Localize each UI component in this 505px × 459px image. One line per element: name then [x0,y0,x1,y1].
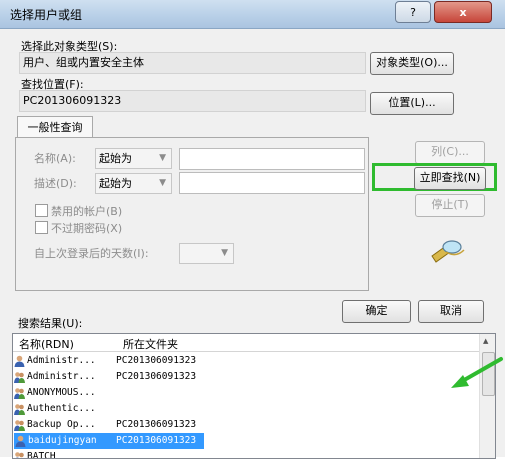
days-since-logon-label: 自上次登录后的天数(I): [34,247,149,260]
result-name: Backup Op... [27,419,96,430]
disabled-accounts-label: 禁用的帐户(B) [51,205,123,218]
result-name: Administr... [27,355,96,366]
description-label: 描述(D): [34,177,77,190]
find-now-button[interactable]: 立即查找(N) [414,167,486,190]
list-item[interactable]: baidujingyan PC201306091323 [14,433,204,449]
result-folder: PC201306091323 [116,419,197,430]
non-expiring-password-label: 不过期密码(X) [51,222,123,235]
result-name: Administr... [27,371,96,382]
cancel-button[interactable]: 取消 [418,300,484,323]
chevron-down-icon: ▼ [159,178,166,188]
days-since-logon-select[interactable]: ▼ [179,243,234,264]
location-field: PC201306091323 [19,90,366,112]
close-button[interactable]: x [434,1,492,23]
ok-button[interactable]: 确定 [342,300,411,323]
object-types-button[interactable]: 对象类型(O)... [370,52,454,75]
group-icon [14,404,25,415]
general-query-panel: 名称(A): 起始为 ▼ 描述(D): 起始为 ▼ 禁用的帐户(B) 不过期密码… [15,137,369,291]
list-item[interactable]: ANONYMOUS... [13,385,480,401]
user-icon [14,355,25,367]
list-item[interactable]: Administr... PC201306091323 [13,353,480,369]
result-name: baidujingyan [28,435,97,446]
name-mode-select[interactable]: 起始为 ▼ [95,148,172,169]
result-folder: PC201306091323 [116,371,197,382]
title-bar: 选择用户或组 ? x [0,0,505,29]
stop-button[interactable]: 停止(T) [415,194,485,217]
search-results-list[interactable]: 名称(RDN) 所在文件夹 Administr... PC201306091323… [12,333,496,459]
close-icon: x [459,5,467,19]
group-icon [15,452,24,458]
result-name: ANONYMOUS... [27,387,96,398]
list-item[interactable]: Authentic... [13,401,480,417]
name-label: 名称(A): [34,152,76,165]
annotation-arrow-icon [451,357,503,388]
object-type-field: 用户、组或内置安全主体 [19,52,366,74]
window-title: 选择用户或组 [10,8,83,22]
list-item[interactable]: Administr... PC201306091323 [13,369,480,385]
locations-button[interactable]: 位置(L)... [370,92,454,115]
help-button[interactable]: ? [395,1,431,23]
search-flashlight-icon [431,240,465,263]
result-folder: PC201306091323 [116,355,197,366]
group-icon [14,388,25,399]
results-header: 名称(RDN) 所在文件夹 [13,334,480,352]
result-name: BATCH [27,451,56,459]
description-input[interactable] [179,172,365,194]
select-users-dialog: 选择用户或组 ? x 选择此对象类型(S): 用户、组或内置安全主体 对象类型(… [0,0,505,459]
name-input[interactable] [179,148,365,170]
column-header-name[interactable]: 名称(RDN) [19,336,74,352]
result-folder: PC201306091323 [116,435,197,446]
user-icon [15,435,26,447]
chevron-down-icon: ▼ [221,248,228,258]
list-item[interactable]: Backup Op... PC201306091323 [13,417,480,433]
description-mode-select[interactable]: 起始为 ▼ [95,173,172,194]
chevron-down-icon: ▼ [159,153,166,163]
column-header-folder[interactable]: 所在文件夹 [123,336,178,352]
non-expiring-password-checkbox[interactable] [35,221,48,234]
list-item[interactable]: BATCH [13,449,480,459]
group-icon [14,420,25,431]
vertical-scrollbar[interactable]: ▲ [479,334,495,458]
result-name: Authentic... [27,403,96,414]
columns-button[interactable]: 列(C)... [415,141,485,164]
tab-general-query[interactable]: 一般性查询 [17,116,93,139]
scroll-up-icon[interactable]: ▲ [483,337,488,345]
disabled-accounts-checkbox[interactable] [35,204,48,217]
search-results-label: 搜索结果(U): [18,317,83,330]
group-icon [14,372,25,383]
